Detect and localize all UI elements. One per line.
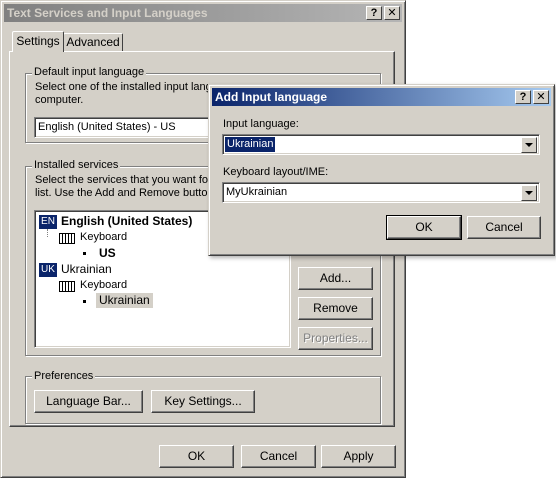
- tab-settings-label: Settings: [16, 34, 60, 48]
- keyboard-icon: [59, 233, 75, 244]
- add-input-language-dialog: Add Input language ? ✕ Input language: U…: [208, 84, 555, 256]
- bullet-icon: [83, 252, 86, 255]
- tree-language-english[interactable]: English (United States): [61, 215, 192, 228]
- help-button[interactable]: ?: [366, 6, 382, 20]
- tree-layout-ukrainian[interactable]: Ukrainian: [96, 293, 153, 308]
- preferences-group-label: Preferences: [32, 370, 96, 383]
- default-input-value: English (United States) - US: [38, 121, 176, 133]
- input-language-label: Input language:: [223, 118, 299, 130]
- close-button[interactable]: ✕: [384, 6, 400, 20]
- installed-services-description-1: Select the services that you want for: [35, 174, 212, 186]
- tree-layout-us[interactable]: US: [99, 247, 116, 260]
- dialog-close-button[interactable]: ✕: [533, 90, 549, 104]
- keyboard-layout-value: MyUkrainian: [226, 186, 288, 198]
- chevron-down-icon[interactable]: [521, 137, 537, 153]
- installed-services-group-label: Installed services: [32, 159, 121, 172]
- tab-advanced[interactable]: Advanced: [63, 33, 123, 52]
- tab-advanced-label: Advanced: [66, 35, 120, 49]
- en-language-icon: EN: [39, 215, 57, 229]
- keyboard-layout-label: Keyboard layout/IME:: [223, 166, 329, 178]
- dialog-ok-button[interactable]: OK: [386, 215, 462, 240]
- tab-settings[interactable]: Settings: [12, 31, 64, 52]
- main-title: Text Services and Input Languages: [7, 6, 208, 20]
- dialog-title: Add Input language: [215, 90, 327, 104]
- keyboard-layout-select[interactable]: MyUkrainian: [222, 182, 540, 203]
- remove-button[interactable]: Remove: [298, 297, 373, 320]
- add-button[interactable]: Add...: [298, 267, 373, 290]
- input-language-value: Ukrainian: [223, 136, 277, 153]
- default-input-combo[interactable]: English (United States) - US: [34, 117, 214, 138]
- keyboard-icon: [59, 281, 75, 292]
- installed-services-description-2: list. Use the Add and Remove button: [35, 187, 214, 199]
- dialog-title-bar[interactable]: Add Input language ? ✕: [212, 88, 551, 106]
- default-input-group-label: Default input language: [32, 66, 147, 79]
- bullet-icon: [83, 300, 86, 303]
- dialog-help-button[interactable]: ?: [515, 90, 531, 104]
- dialog-cancel-button[interactable]: Cancel: [467, 216, 541, 239]
- tree-language-ukrainian[interactable]: Ukrainian: [61, 263, 112, 276]
- properties-button[interactable]: Properties...: [298, 327, 373, 350]
- language-bar-button[interactable]: Language Bar...: [34, 390, 143, 413]
- ok-button[interactable]: OK: [159, 445, 234, 468]
- key-settings-button[interactable]: Key Settings...: [151, 390, 255, 413]
- default-input-description-1: Select one of the installed input langu: [35, 81, 218, 93]
- chevron-down-icon[interactable]: [521, 185, 537, 201]
- default-input-description-2: computer.: [35, 94, 84, 106]
- main-title-bar[interactable]: Text Services and Input Languages ? ✕: [4, 4, 402, 22]
- uk-language-icon: UK: [39, 263, 57, 277]
- input-language-select[interactable]: Ukrainian: [222, 134, 540, 155]
- cancel-button[interactable]: Cancel: [241, 445, 316, 468]
- tree-service-keyboard-uk[interactable]: Keyboard: [80, 279, 127, 292]
- tree-service-keyboard-en[interactable]: Keyboard: [80, 231, 127, 244]
- apply-button[interactable]: Apply: [321, 445, 396, 468]
- tree-connector: [47, 229, 48, 237]
